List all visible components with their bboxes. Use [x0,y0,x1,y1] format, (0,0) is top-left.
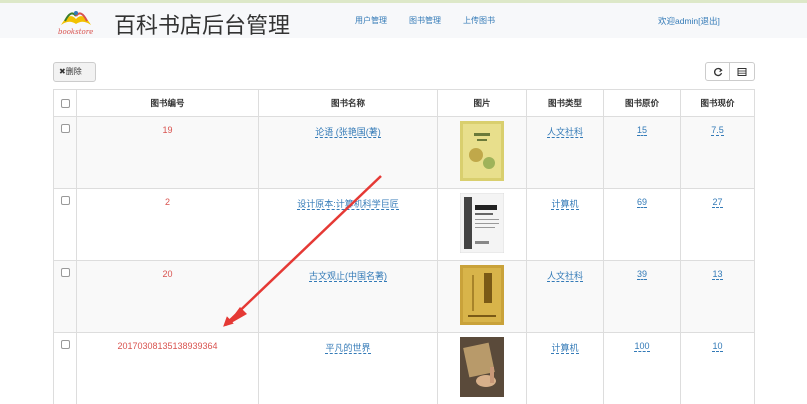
column-header-image[interactable]: 图片 [437,89,527,117]
current-price-cell: 7.5 [680,116,755,189]
book-name[interactable]: 平凡的世界 [325,343,371,354]
table-header-row: 图书编号 图书名称 图片 图书类型 图书原价 图书现价 [53,89,755,117]
logo-text: bookstore [58,28,94,36]
close-icon: ✖ [59,67,66,76]
column-header-name[interactable]: 图书名称 [258,89,438,117]
book-type[interactable]: 计算机 [551,199,579,210]
table-row: 2 设计原本:计算机科学巨匠 计算机 69 27 [53,188,755,261]
book-cover-cell [437,188,527,261]
current-price[interactable]: 13 [712,269,723,280]
original-price[interactable]: 39 [636,269,647,280]
book-name-cell: 设计原本:计算机科学巨匠 [258,188,438,261]
row-checkbox[interactable] [60,340,70,349]
current-price-cell: 13 [680,260,755,333]
book-type-cell: 计算机 [526,332,604,404]
row-select-cell [53,188,77,261]
refresh-button[interactable] [705,62,730,81]
row-checkbox[interactable] [60,196,70,205]
column-header-current-price[interactable]: 图书现价 [680,89,755,117]
original-price-cell: 39 [603,260,681,333]
columns-icon [737,67,747,76]
table-row: 19 论语 (张艳国(著) 人文社科 15 7.5 [53,116,755,189]
current-price[interactable]: 27 [712,197,723,208]
original-price[interactable]: 100 [634,341,650,352]
book-type[interactable]: 人文社科 [546,127,583,138]
welcome-logout-link[interactable]: 欢迎admin[退出] [658,15,720,27]
book-cover-cell [437,116,527,189]
book-name-cell: 论语 (张艳国(著) [258,116,438,189]
book-id: 2 [76,188,259,261]
header: bookstore 百科书店后台管理 用户管理 图书管理 上传图书 欢迎admi… [0,3,807,39]
original-price-cell: 15 [603,116,681,189]
column-header-type[interactable]: 图书类型 [526,89,604,117]
original-price-cell: 69 [603,188,681,261]
table-row: 20170308135138939364 平凡的世界 计算机 100 10 [53,332,755,404]
bookstore-logo: bookstore [57,7,95,38]
column-header-original-price[interactable]: 图书原价 [603,89,681,117]
book-type[interactable]: 人文社科 [546,271,583,282]
book-cover-image [460,265,504,325]
book-type-cell: 计算机 [526,188,604,261]
book-name-cell: 古文观止(中国名著) [258,260,438,333]
row-select-cell [53,260,77,333]
nav-user-management[interactable]: 用户管理 [355,15,387,26]
delete-button[interactable]: ✖删除 [53,62,96,82]
current-price-cell: 27 [680,188,755,261]
book-cover-cell [437,260,527,333]
book-cover-image [460,337,504,397]
row-checkbox[interactable] [60,268,70,277]
column-header-id[interactable]: 图书编号 [76,89,259,117]
row-checkbox[interactable] [60,124,70,133]
table-row: 20 古文观止(中国名著) 人文社科 39 13 [53,260,755,333]
book-cover-cell [437,332,527,404]
nav-upload-book[interactable]: 上传图书 [463,15,495,26]
select-all-cell [53,89,77,117]
book-id: 20 [76,260,259,333]
original-price[interactable]: 69 [636,197,647,208]
refresh-icon [713,67,723,76]
books-table: 图书编号 图书名称 图片 图书类型 图书原价 图书现价 19 论语 (张艳国(著… [53,89,755,404]
current-price-cell: 10 [680,332,755,404]
table-toolbar [705,62,755,81]
book-type-cell: 人文社科 [526,116,604,189]
current-price[interactable]: 10 [712,341,723,352]
book-cover-image [460,121,504,181]
nav-book-management[interactable]: 图书管理 [409,15,441,26]
book-id: 19 [76,116,259,189]
book-cover-image [460,193,504,253]
row-select-cell [53,332,77,404]
book-name-cell: 平凡的世界 [258,332,438,404]
book-type-cell: 人文社科 [526,260,604,333]
delete-label: 删除 [65,67,82,76]
book-name[interactable]: 古文观止(中国名著) [309,271,387,282]
original-price[interactable]: 15 [636,125,647,136]
columns-button[interactable] [730,62,755,81]
book-type[interactable]: 计算机 [551,343,579,354]
book-name[interactable]: 设计原本:计算机科学巨匠 [297,199,399,210]
row-select-cell [53,116,77,189]
book-name[interactable]: 论语 (张艳国(著) [315,127,381,138]
book-id: 20170308135138939364 [76,332,259,404]
original-price-cell: 100 [603,332,681,404]
select-all-checkbox[interactable] [60,98,70,108]
page-title: 百科书店后台管理 [114,14,291,39]
current-price[interactable]: 7.5 [711,125,724,136]
